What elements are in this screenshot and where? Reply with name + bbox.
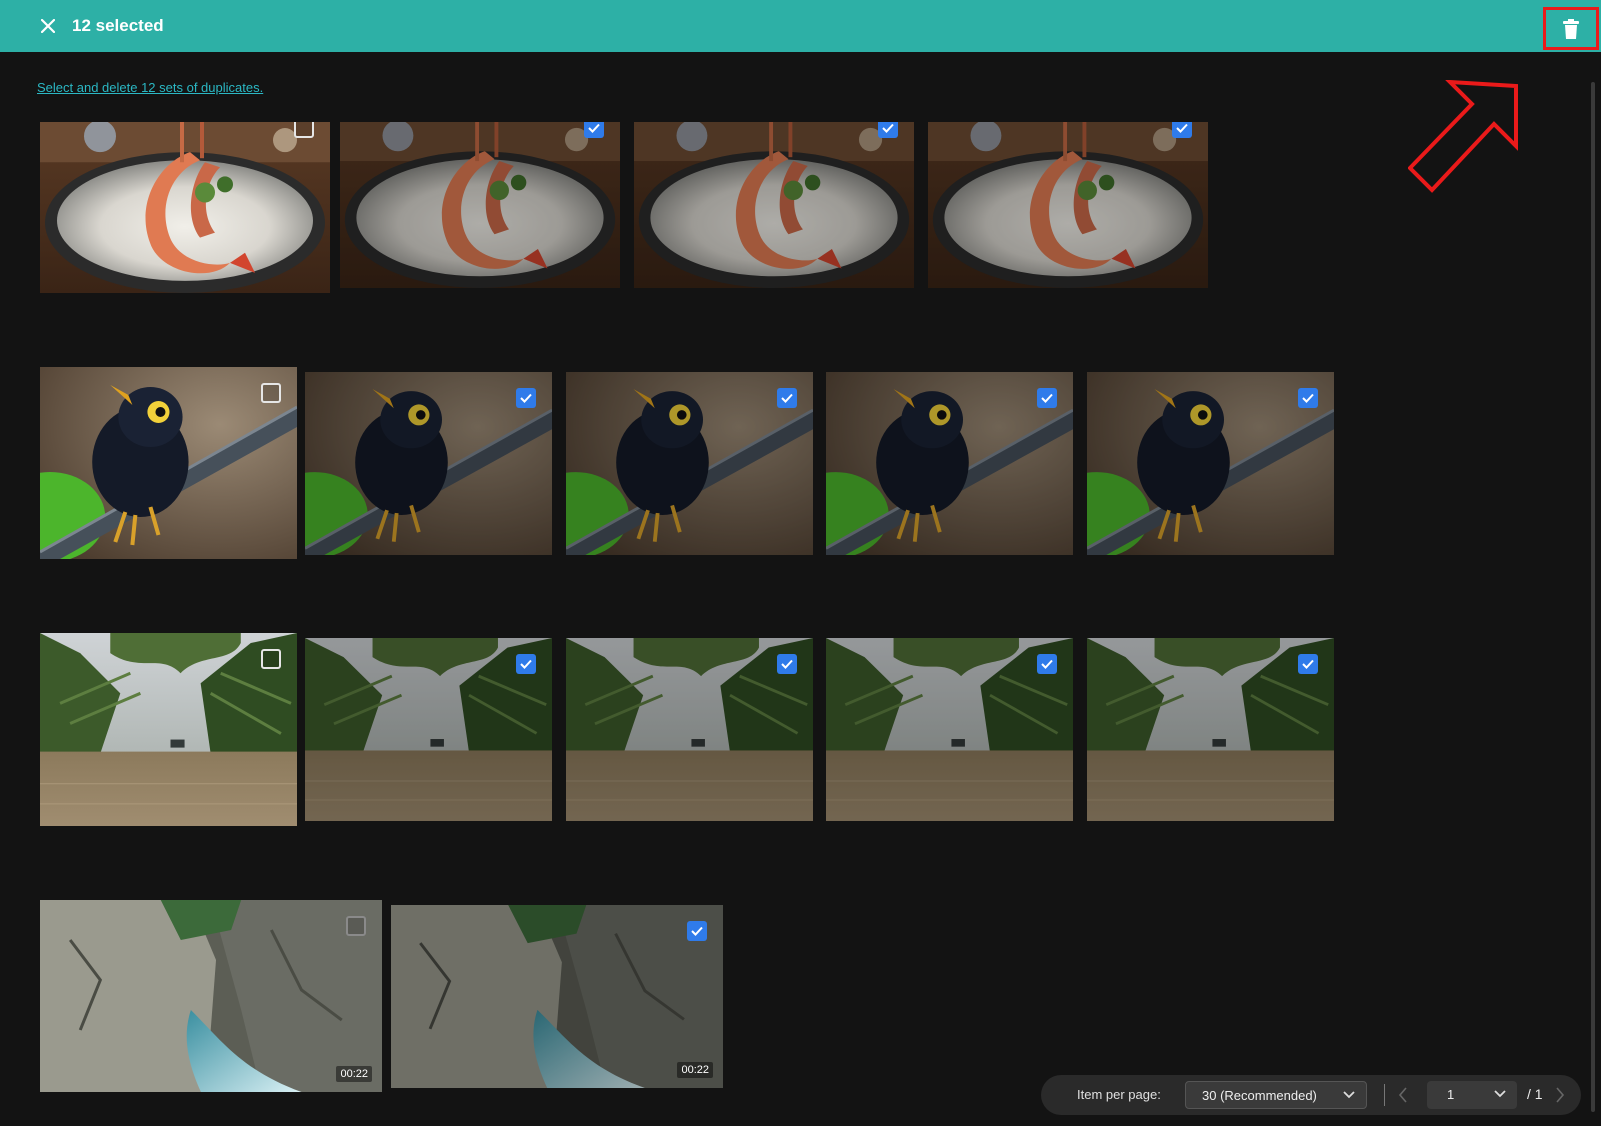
photo-thumbnail[interactable] [40,122,330,293]
select-checkbox[interactable] [261,383,281,403]
page-number-dropdown[interactable]: 1 [1427,1081,1517,1109]
select-checkbox[interactable] [346,916,366,936]
selection-toolbar: 12 selected [0,0,1601,52]
shrimp-photo [928,122,1208,288]
video-duration: 00:22 [336,1066,372,1082]
red-arrow-annotation [1408,80,1518,193]
video-thumbnail[interactable]: 00:22 [40,900,382,1092]
next-page-button[interactable] [1554,1085,1566,1110]
waterfall-video-frame [391,905,723,1088]
select-checkbox[interactable] [1172,122,1192,138]
checkmark-icon [588,123,600,133]
video-duration: 00:22 [677,1062,713,1078]
selected-count-label: 12 selected [72,16,164,35]
checkmark-icon [781,393,793,403]
select-checkbox[interactable] [1037,654,1057,674]
photo-thumbnail[interactable] [1087,372,1334,555]
delete-button[interactable] [1543,7,1599,50]
checkmark-icon [520,393,532,403]
river-photo [566,638,813,821]
photo-thumbnail[interactable] [305,372,552,555]
items-per-page-label: Item per page: [1077,1087,1161,1102]
shrimp-photo [340,122,620,288]
bird-photo [305,372,552,555]
chevron-right-icon [1556,1087,1565,1103]
checkmark-icon [1302,393,1314,403]
photo-thumbnail[interactable] [826,638,1073,821]
photo-thumbnail[interactable] [634,122,914,288]
close-selection-button[interactable] [36,14,60,38]
photo-thumbnail[interactable] [1087,638,1334,821]
photo-thumbnail[interactable] [928,122,1208,288]
select-checkbox[interactable] [294,122,314,138]
select-checkbox[interactable] [777,388,797,408]
photo-thumbnail[interactable] [340,122,620,288]
close-icon [41,19,55,33]
select-checkbox[interactable] [516,654,536,674]
bird-photo [1087,372,1334,555]
total-pages: / 1 [1527,1086,1543,1102]
select-checkbox[interactable] [1298,388,1318,408]
bird-photo [826,372,1073,555]
items-per-page-value: 30 (Recommended) [1202,1088,1317,1103]
checkmark-icon [1041,393,1053,403]
photo-thumbnail[interactable] [305,638,552,821]
select-checkbox[interactable] [777,654,797,674]
current-page: 1 [1447,1087,1455,1102]
video-thumbnail[interactable]: 00:22 [391,905,723,1088]
waterfall-video-frame [40,900,382,1092]
items-per-page-dropdown[interactable]: 30 (Recommended) [1185,1081,1367,1109]
checkmark-icon [520,659,532,669]
photo-thumbnail[interactable] [826,372,1073,555]
river-photo [1087,638,1334,821]
select-checkbox[interactable] [584,122,604,138]
checkmark-icon [882,123,894,133]
previous-page-button[interactable] [1397,1085,1409,1110]
photo-thumbnail[interactable] [566,372,813,555]
select-checkbox[interactable] [878,122,898,138]
select-checkbox[interactable] [1037,388,1057,408]
chevron-down-icon [1493,1086,1507,1105]
divider [1384,1084,1385,1106]
bird-photo [40,367,297,559]
shrimp-photo [634,122,914,288]
page-scrollbar[interactable] [1591,82,1595,1112]
pagination-bar: Item per page: 30 (Recommended) 1 / 1 [1041,1075,1581,1115]
checkmark-icon [1176,123,1188,133]
select-checkbox[interactable] [261,649,281,669]
photo-thumbnail[interactable] [566,638,813,821]
river-photo [305,638,552,821]
select-duplicates-link[interactable]: Select and delete 12 sets of duplicates. [37,80,263,95]
shrimp-photo [40,122,330,293]
photo-thumbnail[interactable] [40,633,297,826]
checkmark-icon [781,659,793,669]
select-checkbox[interactable] [1298,654,1318,674]
photo-thumbnail[interactable] [40,367,297,559]
bird-photo [566,372,813,555]
checkmark-icon [1302,659,1314,669]
river-photo [826,638,1073,821]
trash-icon [1563,18,1579,39]
chevron-down-icon [1342,1087,1356,1106]
select-checkbox[interactable] [687,921,707,941]
river-photo [40,633,297,826]
checkmark-icon [691,926,703,936]
checkmark-icon [1041,659,1053,669]
select-checkbox[interactable] [516,388,536,408]
chevron-left-icon [1398,1087,1407,1103]
